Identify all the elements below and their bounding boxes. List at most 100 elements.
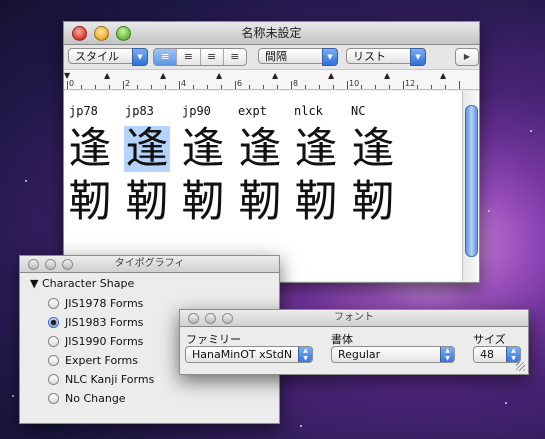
desktop-star	[300, 425, 302, 427]
ruler-tick	[179, 81, 180, 89]
option-label: Expert Forms	[65, 354, 138, 367]
align-right-button[interactable]: ≡	[224, 49, 246, 65]
window-controls	[72, 26, 131, 41]
zoom-button[interactable]	[116, 26, 131, 41]
scrollbar-thumb[interactable]	[465, 105, 478, 257]
minimize-button[interactable]	[94, 26, 109, 41]
minimize-button[interactable]	[45, 259, 56, 270]
ruler-tick	[123, 81, 124, 89]
radio-button[interactable]	[48, 355, 59, 366]
option-jis1983[interactable]: JIS1983 Forms	[48, 316, 143, 329]
size-popup[interactable]: 48 ▲ ▼	[473, 346, 521, 363]
tab-stop-icon[interactable]: ▲	[104, 71, 110, 80]
align-justify-button[interactable]: ≡	[201, 49, 224, 65]
radio-button[interactable]	[48, 393, 59, 404]
family-popup[interactable]: HanaMinOT xStdN ▲ ▼	[185, 346, 313, 363]
radio-button-selected[interactable]	[48, 317, 59, 328]
kanji-glyph-selected: 逢	[124, 124, 170, 174]
chevron-down-icon: ▼	[132, 48, 148, 66]
tab-stop-icon[interactable]: ▲	[384, 71, 390, 80]
section-title: Character Shape	[41, 277, 135, 290]
panel-controls	[188, 313, 233, 324]
font-panel: フォント ファミリー 書体 サイズ HanaMinOT xStdN ▲ ▼ Reg…	[179, 309, 529, 375]
kanji-glyph: 靭	[125, 177, 169, 227]
ruler-number: 6	[237, 79, 243, 88]
align-center-button[interactable]: ≡	[177, 49, 201, 65]
kanji-glyph: 逢	[181, 124, 225, 174]
typeface-popup[interactable]: Regular ▲ ▼	[331, 346, 455, 363]
zoom-button[interactable]	[222, 313, 233, 324]
panel-title: タイポグラフィ	[114, 258, 185, 269]
ruler-number: 0	[69, 79, 75, 88]
ruler-tick	[403, 81, 404, 89]
option-jis1978[interactable]: JIS1978 Forms	[48, 297, 143, 310]
font-titlebar[interactable]: フォント	[180, 310, 528, 327]
column-label: nlck	[294, 104, 323, 118]
tab-stop-icon[interactable]: ▲	[328, 71, 334, 80]
up-down-arrows-icon: ▲ ▼	[440, 347, 454, 362]
radio-button[interactable]	[48, 374, 59, 385]
kanji-glyph: 靭	[68, 177, 112, 227]
column-label: expt	[238, 104, 267, 118]
ruler-tick	[95, 85, 96, 89]
option-label: JIS1978 Forms	[65, 297, 144, 310]
kanji-glyph: 逢	[238, 124, 282, 174]
zoom-button[interactable]	[62, 259, 73, 270]
vertical-scrollbar[interactable]	[462, 91, 479, 281]
radio-button[interactable]	[48, 298, 59, 309]
ruler-tick	[333, 85, 334, 89]
ruler-tick	[417, 85, 418, 89]
document-titlebar[interactable]: 名称未設定	[64, 22, 479, 45]
resize-grip-icon[interactable]	[516, 362, 525, 371]
format-toolbar: スタイル ▼ ≡ ≡ ≡ ≡ 間隔 ▼ リスト ▼ ▶	[64, 45, 479, 70]
ruler-tick	[389, 85, 390, 89]
kanji-glyph: 靭	[238, 177, 282, 227]
desktop-star	[530, 130, 532, 132]
ruler[interactable]: ▼ 0 ▲ 2 ▲ 4 ▲ 6 ▲ 8 ▲ 10 ▲ 12 ▲	[64, 70, 479, 90]
typeface-label: 書体	[331, 333, 353, 346]
option-label: JIS1983 Forms	[65, 316, 144, 329]
option-expert[interactable]: Expert Forms	[48, 354, 138, 367]
spacing-popup[interactable]: 間隔 ▼	[258, 48, 338, 66]
close-button[interactable]	[188, 313, 199, 324]
style-popup[interactable]: スタイル ▼	[68, 48, 148, 66]
tab-stop-icon[interactable]: ▲	[272, 71, 278, 80]
ruler-tick	[165, 85, 166, 89]
option-nlc-kanji[interactable]: NLC Kanji Forms	[48, 373, 154, 386]
size-label: サイズ	[473, 333, 506, 346]
option-label: No Change	[65, 392, 126, 405]
option-no-change[interactable]: No Change	[48, 392, 126, 405]
close-button[interactable]	[28, 259, 39, 270]
typography-titlebar[interactable]: タイポグラフィ	[20, 256, 279, 273]
kanji-glyph: 逢	[351, 124, 395, 174]
option-label: NLC Kanji Forms	[65, 373, 155, 386]
list-popup-label: リスト	[353, 50, 386, 63]
chevron-down-icon: ▼	[410, 48, 426, 66]
spacing-popup-label: 間隔	[265, 50, 287, 63]
tab-stop-icon[interactable]: ▲	[160, 71, 166, 80]
ruler-tick	[305, 85, 306, 89]
column-label: jp78	[69, 104, 98, 118]
radio-button[interactable]	[48, 336, 59, 347]
tab-stop-icon[interactable]: ▲	[216, 71, 222, 80]
ruler-tick	[459, 81, 460, 89]
list-popup[interactable]: リスト ▼	[346, 48, 426, 66]
ruler-tick	[151, 85, 152, 89]
desktop-star	[505, 402, 507, 404]
minimize-button[interactable]	[205, 313, 216, 324]
kanji-glyph: 逢	[68, 124, 112, 174]
tab-stop-icon[interactable]: ▲	[440, 71, 446, 80]
ruler-tick	[109, 85, 110, 89]
toolbar-overflow-button[interactable]: ▶	[455, 48, 479, 66]
character-shape-disclosure[interactable]: ▼ Character Shape	[30, 277, 134, 290]
align-left-button[interactable]: ≡	[154, 49, 178, 65]
ruler-number: 8	[293, 79, 299, 88]
ruler-tick	[319, 85, 320, 89]
ruler-tick	[445, 85, 446, 89]
close-button[interactable]	[72, 26, 87, 41]
option-jis1990[interactable]: JIS1990 Forms	[48, 335, 143, 348]
size-value: 48	[480, 348, 494, 361]
document-window: 名称未設定 スタイル ▼ ≡ ≡ ≡ ≡ 間隔 ▼ リスト ▼ ▶ ▼ 0 ▲ …	[63, 21, 480, 283]
family-value: HanaMinOT xStdN	[192, 348, 293, 361]
document-text-area[interactable]: jp78 jp83 jp90 expt nlck NC 逢 逢 逢 逢 逢 逢 …	[64, 91, 462, 281]
